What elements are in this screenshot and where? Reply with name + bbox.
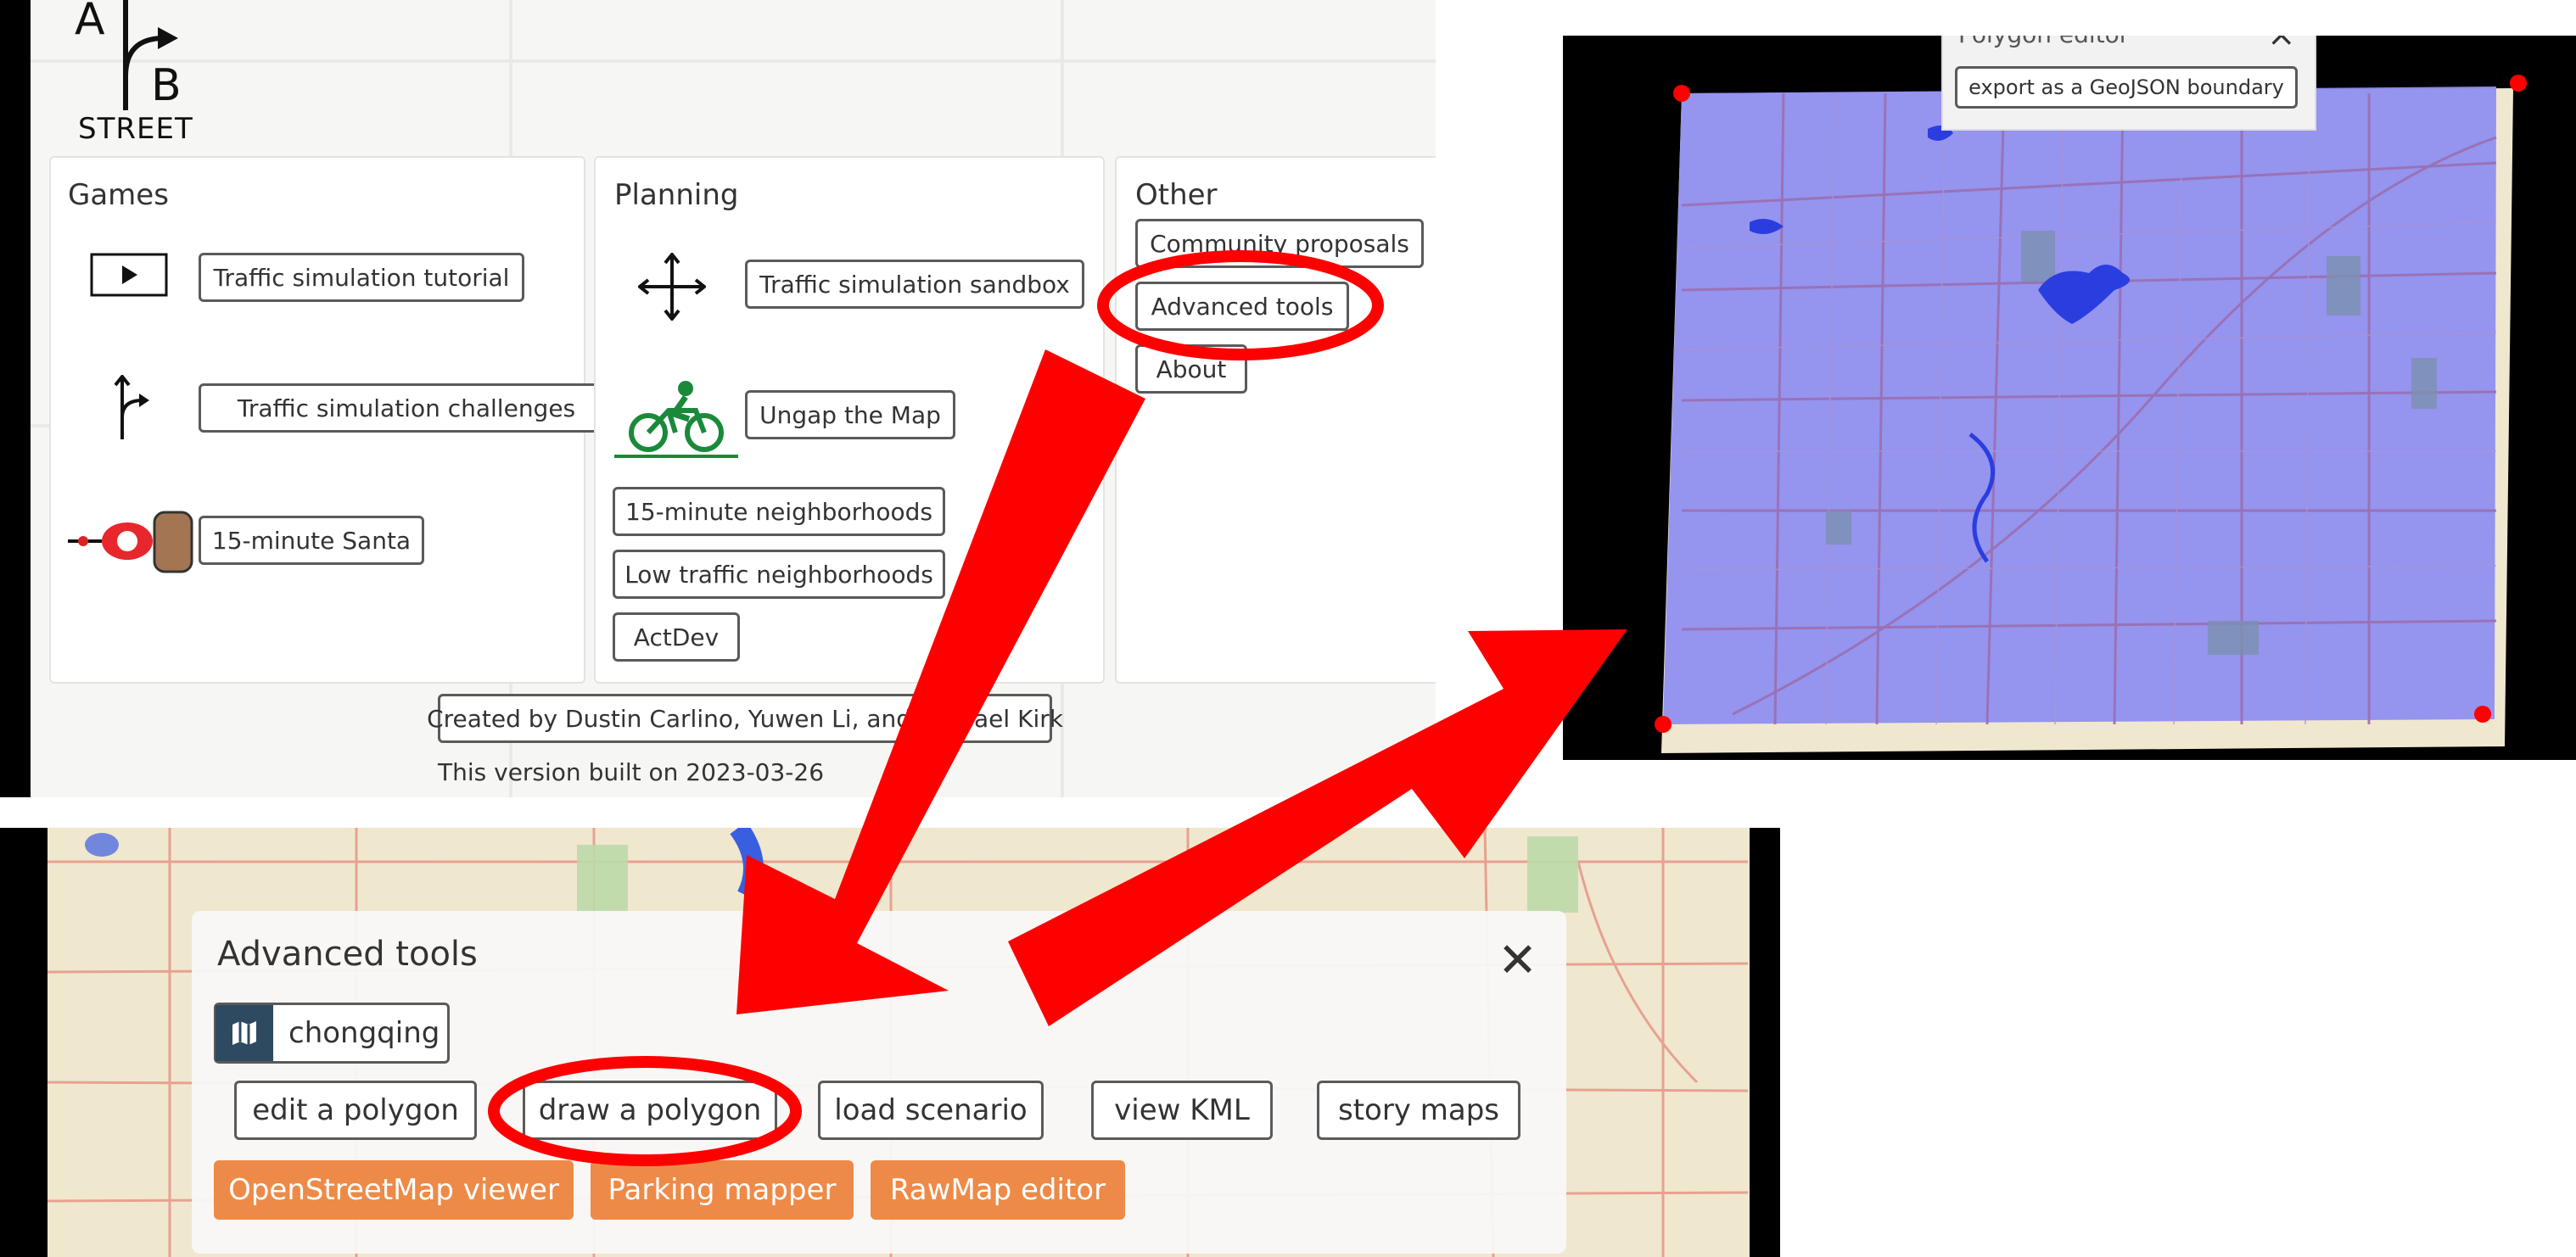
- story-maps-button[interactable]: story maps: [1317, 1081, 1520, 1140]
- games-title: Games: [68, 178, 169, 212]
- play-icon: [90, 253, 168, 300]
- map-icon: [216, 1005, 273, 1061]
- right-border: [1750, 828, 1780, 1257]
- polygon-editor-map-panel: Polygon editor × export as a GeoJSON bou…: [1563, 36, 2576, 760]
- planning-card: Planning Traffic simulation sandbox Unga…: [594, 156, 1105, 684]
- actdev-button[interactable]: ActDev: [613, 612, 740, 662]
- parking-mapper-button[interactable]: Parking mapper: [591, 1160, 854, 1220]
- export-geojson-button[interactable]: export as a GeoJSON boundary: [1955, 66, 2298, 109]
- santa-button[interactable]: 15-minute Santa: [199, 516, 424, 565]
- map-canvas[interactable]: [1563, 36, 2576, 760]
- advanced-tools-title: Advanced tools: [217, 935, 478, 974]
- traffic-tutorial-button[interactable]: Traffic simulation tutorial: [199, 253, 524, 302]
- polygon-editor-window: Polygon editor × export as a GeoJSON bou…: [1941, 36, 2316, 131]
- left-border: [0, 828, 48, 1257]
- load-scenario-button[interactable]: load scenario: [818, 1081, 1044, 1140]
- about-button[interactable]: About: [1135, 344, 1247, 394]
- edit-polygon-button[interactable]: edit a polygon: [234, 1081, 477, 1140]
- ungap-map-button[interactable]: Ungap the Map: [745, 390, 955, 439]
- other-card: Other Community proposals Advanced tools…: [1115, 156, 1436, 684]
- traffic-sandbox-button[interactable]: Traffic simulation sandbox: [745, 260, 1084, 309]
- logo-text: STREET: [78, 112, 193, 146]
- challenges-icon: [107, 373, 158, 446]
- santa-icon: [68, 507, 195, 578]
- credits-button[interactable]: Created by Dustin Carlino, Yuwen Li, and…: [427, 694, 1063, 743]
- other-title: Other: [1135, 178, 1218, 212]
- close-icon[interactable]: ×: [2267, 36, 2296, 54]
- map-picker-button[interactable]: chongqing: [214, 1003, 450, 1064]
- advanced-tools-panel: Advanced tools ✕ chongqing edit a polygo…: [0, 828, 1780, 1257]
- community-proposals-button[interactable]: Community proposals: [1135, 219, 1424, 268]
- main-menu-panel: A B STREET Games Traffic simulation tuto…: [0, 0, 1436, 797]
- bike-icon: [614, 377, 738, 461]
- draw-polygon-button[interactable]: draw a polygon: [523, 1081, 777, 1140]
- traffic-challenges-button[interactable]: Traffic simulation challenges: [199, 383, 614, 433]
- planning-title: Planning: [614, 178, 739, 212]
- advanced-tools-dialog: Advanced tools ✕ chongqing edit a polygo…: [192, 911, 1566, 1254]
- svg-text:B: B: [151, 60, 182, 111]
- close-icon[interactable]: ✕: [1498, 933, 1537, 988]
- view-kml-button[interactable]: view KML: [1091, 1081, 1273, 1140]
- advanced-tools-button[interactable]: Advanced tools: [1135, 282, 1349, 331]
- polygon-editor-title: Polygon editor: [1958, 36, 2129, 48]
- left-border: [0, 0, 31, 797]
- svg-text:A: A: [75, 0, 105, 45]
- map-name: chongqing: [288, 1016, 440, 1050]
- games-card: Games Traffic simulation tutorial Traffi…: [49, 156, 614, 684]
- build-info: This version built on 2023-03-26: [438, 758, 825, 786]
- rawmap-editor-button[interactable]: RawMap editor: [871, 1160, 1125, 1220]
- fifteen-minute-neighborhoods-button[interactable]: 15-minute neighborhoods: [613, 487, 945, 536]
- low-traffic-neighborhoods-button[interactable]: Low traffic neighborhoods: [613, 550, 945, 599]
- osm-viewer-button[interactable]: OpenStreetMap viewer: [214, 1160, 574, 1220]
- sandbox-icon: [636, 251, 708, 324]
